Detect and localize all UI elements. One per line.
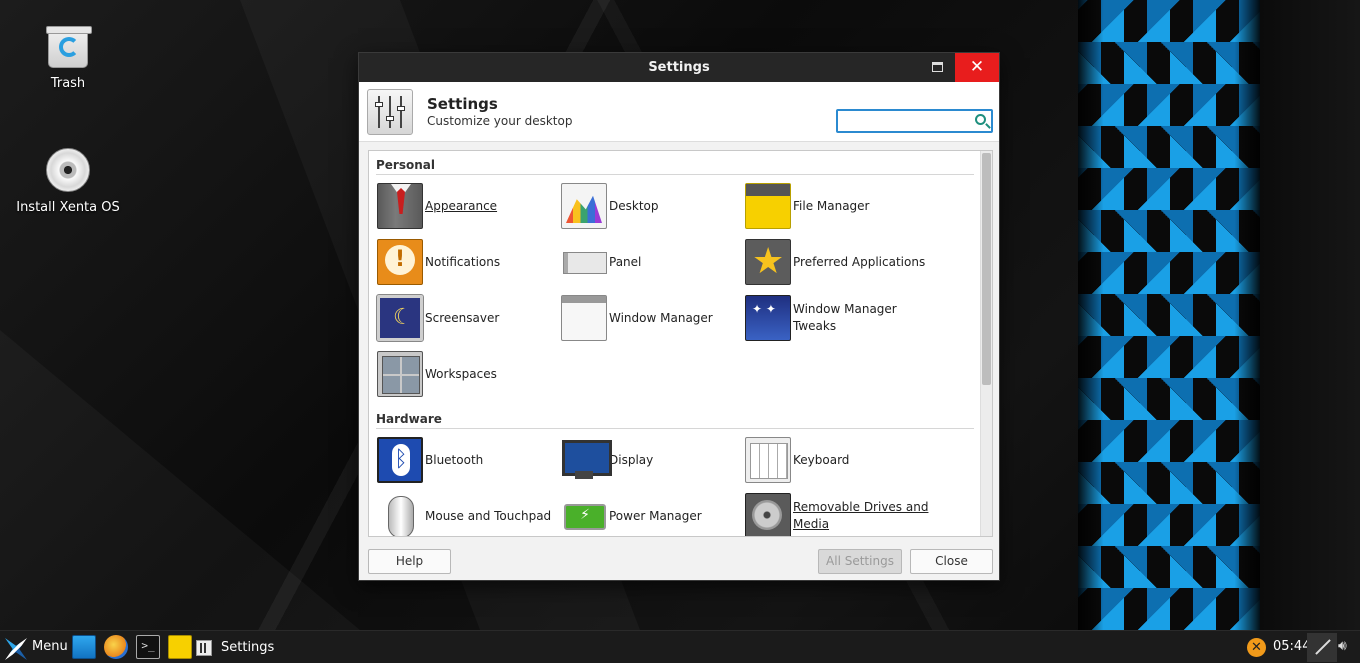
display-icon	[561, 437, 612, 483]
item-label: Desktop	[609, 198, 659, 213]
item-label: Mouse and Touchpad	[425, 508, 552, 523]
header-subtitle: Customize your desktop	[427, 114, 573, 128]
settings-window-icon	[196, 639, 212, 656]
settings-list[interactable]: Personal Appearance Desktop File Manager…	[368, 150, 993, 537]
update-warning-icon[interactable]: ✕	[1247, 638, 1266, 657]
all-settings-button[interactable]: All Settings	[818, 549, 902, 574]
settings-item-window-manager-tweaks[interactable]: Window Manager Tweaks	[745, 294, 913, 342]
desktop-icon	[561, 183, 607, 229]
xenta-logo-icon	[5, 638, 27, 660]
terminal-icon[interactable]: >_	[136, 635, 160, 659]
scrollbar-thumb[interactable]	[982, 153, 991, 385]
search-icon[interactable]	[975, 114, 986, 125]
window-titlebar[interactable]: Settings ✕	[359, 53, 999, 82]
settings-item-desktop[interactable]: Desktop	[561, 182, 659, 230]
settings-window: Settings ✕ Settings Customize your deskt…	[358, 52, 1000, 581]
background-shard	[0, 330, 360, 630]
desktop-icon-label: Trash	[50, 76, 86, 91]
item-label: Screensaver	[425, 310, 500, 325]
item-label: Notifications	[425, 254, 501, 269]
maximize-icon[interactable]	[932, 62, 943, 72]
settings-item-preferred-applications[interactable]: Preferred Applications	[745, 238, 925, 286]
item-label: Power Manager	[609, 508, 702, 523]
taskbar-window-settings[interactable]: Settings	[196, 634, 274, 661]
item-label: Panel	[609, 254, 642, 269]
preferred-applications-icon	[745, 239, 791, 285]
clock[interactable]: 05:44	[1273, 639, 1310, 654]
volume-icon[interactable]: 🔊︎	[1338, 638, 1347, 654]
appearance-icon	[377, 183, 423, 229]
item-label: Preferred Applications	[793, 254, 926, 269]
show-desktop-icon[interactable]	[72, 635, 96, 659]
settings-item-appearance[interactable]: Appearance	[377, 182, 497, 230]
settings-item-display[interactable]: Display	[561, 436, 653, 484]
settings-item-power-manager[interactable]: Power Manager	[561, 492, 702, 536]
removable-drives-icon	[745, 493, 791, 536]
screensaver-icon	[376, 294, 424, 342]
item-label: Bluetooth	[425, 452, 484, 467]
menu-button[interactable]: Menu	[0, 634, 68, 661]
desktop-icon-trash[interactable]: Trash	[13, 22, 123, 91]
header-title: Settings	[427, 95, 498, 113]
item-label: File Manager	[793, 198, 870, 213]
settings-item-removable-drives[interactable]: Removable Drives and Media	[745, 492, 933, 536]
item-label: Workspaces	[425, 366, 497, 381]
taskbar-window-label: Settings	[221, 640, 275, 655]
close-button[interactable]: Close	[910, 549, 993, 574]
vertical-scrollbar[interactable]	[980, 151, 992, 536]
file-manager-launcher-icon[interactable]	[168, 635, 192, 659]
mouse-icon	[377, 493, 423, 536]
disc-icon	[44, 146, 92, 194]
workspaces-icon	[377, 351, 423, 397]
item-label: Window Manager	[609, 310, 713, 325]
window-manager-icon	[561, 295, 607, 341]
taskbar: Menu >_ Settings ✕ 05:44 🔊︎	[0, 630, 1360, 663]
file-manager-icon	[745, 183, 791, 229]
item-label: Window Manager Tweaks	[793, 302, 897, 333]
help-button[interactable]: Help	[368, 549, 451, 574]
menu-label: Menu	[32, 639, 68, 654]
settings-item-file-manager[interactable]: File Manager	[745, 182, 870, 230]
desktop-icon-label: Install Xenta OS	[16, 200, 120, 215]
item-label: Removable Drives and Media	[793, 500, 929, 531]
settings-item-mouse-touchpad[interactable]: Mouse and Touchpad	[377, 492, 552, 536]
power-manager-icon	[561, 493, 607, 536]
notifications-icon	[377, 239, 423, 285]
network-icon[interactable]	[1307, 633, 1337, 662]
window-title: Settings	[648, 60, 710, 75]
settings-sliders-icon	[367, 89, 413, 135]
settings-item-window-manager[interactable]: Window Manager	[561, 294, 713, 342]
settings-item-workspaces[interactable]: Workspaces	[377, 350, 497, 398]
close-window-button[interactable]: ✕	[955, 53, 999, 82]
section-title-hardware: Hardware	[376, 412, 974, 429]
web-browser-icon[interactable]	[104, 635, 128, 659]
settings-header: Settings Customize your desktop	[359, 82, 999, 142]
settings-item-panel[interactable]: Panel	[561, 238, 641, 286]
settings-item-bluetooth[interactable]: Bluetooth	[377, 436, 483, 484]
keyboard-icon	[745, 437, 791, 483]
background-edge	[1260, 0, 1360, 630]
settings-item-keyboard[interactable]: Keyboard	[745, 436, 849, 484]
bluetooth-icon	[377, 437, 423, 483]
item-label: Keyboard	[793, 452, 850, 467]
item-label: Appearance	[425, 198, 498, 213]
panel-icon	[561, 239, 607, 285]
item-label: Display	[609, 452, 654, 467]
desktop-icon-install[interactable]: Install Xenta OS	[13, 146, 123, 215]
section-title-personal: Personal	[376, 158, 974, 175]
trash-icon	[44, 22, 92, 70]
search-box[interactable]	[836, 109, 993, 133]
background-pattern	[1078, 0, 1260, 630]
settings-item-screensaver[interactable]: Screensaver	[376, 294, 500, 342]
settings-item-notifications[interactable]: Notifications	[377, 238, 500, 286]
search-input[interactable]	[838, 111, 966, 131]
window-manager-tweaks-icon	[745, 295, 791, 341]
